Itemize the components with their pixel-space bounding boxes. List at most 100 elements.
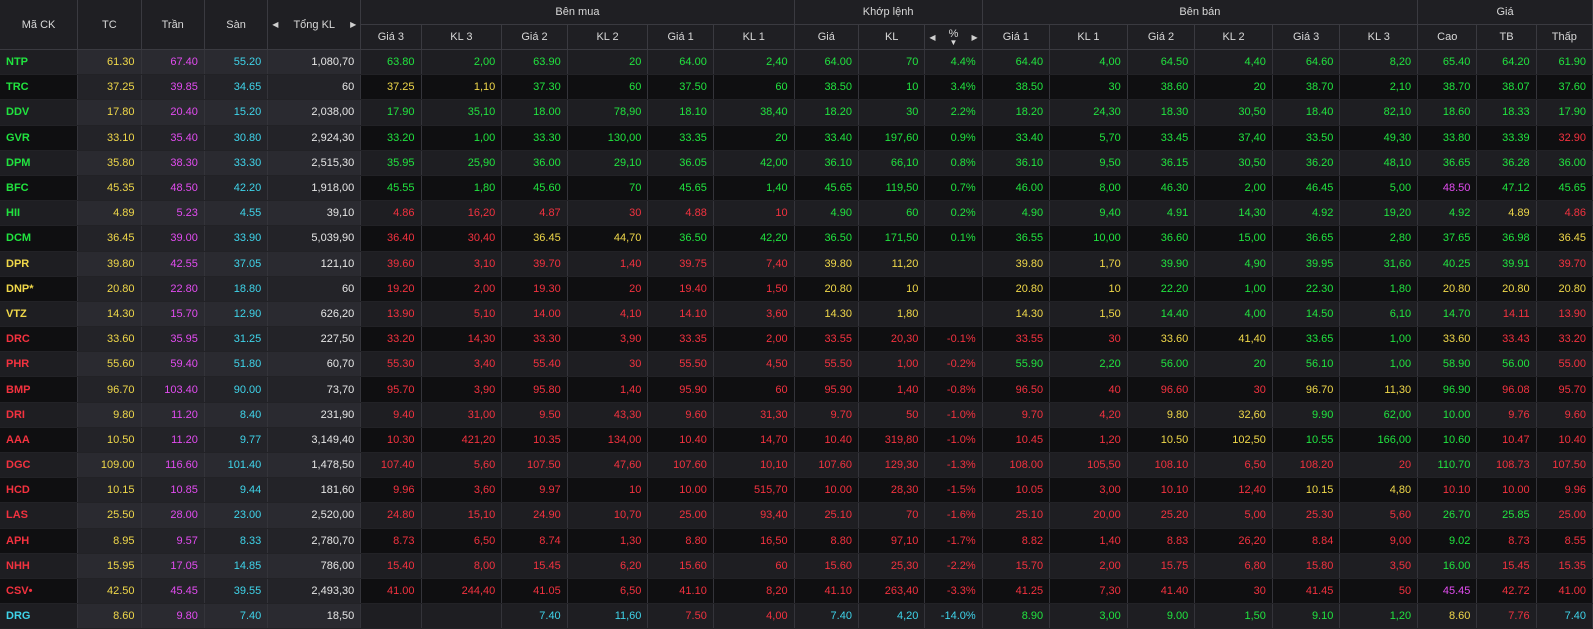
buy-price-2-cell: 39.70	[501, 251, 568, 277]
table-row[interactable]: DPM 35.80 38.30 33.30 2,515,30 35.95 25,90 36.0…	[0, 150, 1593, 176]
total-volume-cell: 3,149,40	[267, 427, 362, 454]
table-row[interactable]: DGC 109.00 116.60 101.40 1,478,50 107.40 5,60 1…	[0, 452, 1593, 479]
buy-price-2-cell: 8.74	[501, 528, 568, 554]
table-row[interactable]: DRG 8.60 9.80 7.40 18,50 7.40 11,60 7.50 4,00 7.4…	[0, 603, 1593, 629]
col-header-total-volume[interactable]: ◀ Tổng KL ▶	[267, 0, 362, 50]
table-row[interactable]: PHR 55.60 59.40 51.80 60,70 55.30 3,40 55.40 30 5…	[0, 351, 1593, 378]
symbol-cell[interactable]: DPR	[0, 251, 79, 277]
buy-vol-1-cell: 4,00	[713, 603, 795, 629]
buy-price-3-cell: 10.30	[360, 427, 422, 454]
table-row[interactable]: GVR 33.10 35.40 30.80 2,924,30 33.20 1,00 33.30…	[0, 125, 1593, 151]
symbol-cell[interactable]: CSV•	[0, 578, 79, 605]
col-header-ceil[interactable]: Trần	[141, 0, 205, 50]
symbol-cell[interactable]: NHH	[0, 553, 79, 579]
col-header-sell-price-1[interactable]: Giá 1	[982, 24, 1051, 50]
col-header-avg[interactable]: TB	[1476, 24, 1537, 50]
symbol-cell[interactable]: TRC	[0, 74, 79, 101]
col-header-buy-vol-1[interactable]: KL 1	[713, 24, 795, 50]
col-header-low[interactable]: Thấp	[1536, 24, 1593, 50]
buy-price-3-cell: 4.86	[360, 200, 422, 227]
table-row[interactable]: AAA 10.50 11.20 9.77 3,149,40 10.30 421,20 10.3…	[0, 427, 1593, 454]
col-header-match-vol[interactable]: KL	[858, 24, 926, 50]
pct-prev-icon[interactable]: ◀	[929, 33, 935, 42]
symbol-cell[interactable]: DPM	[0, 150, 79, 176]
table-row[interactable]: DPR 39.80 42.55 37.05 121,10 39.60 3,10 39.70 1,…	[0, 251, 1593, 277]
table-row[interactable]: CSV• 42.50 45.45 39.55 2,493,30 41.00 244,40 41…	[0, 578, 1593, 605]
symbol-cell[interactable]: DCM	[0, 225, 79, 252]
sell-vol-1-cell: 1,70	[1049, 251, 1128, 277]
symbol-cell[interactable]: GVR	[0, 125, 79, 151]
table-row[interactable]: DDV 17.80 20.40 15.20 2,038,00 17.90 35,10 18.0…	[0, 99, 1593, 126]
table-row[interactable]: DRI 9.80 11.20 8.40 231,90 9.40 31,00 9.50 43,30…	[0, 402, 1593, 428]
sell-price-3-cell: 18.40	[1272, 99, 1341, 126]
buy-price-1-cell: 4.88	[647, 200, 714, 227]
col-header-sell-vol-3[interactable]: KL 3	[1339, 24, 1419, 50]
col-header-sell-vol-1[interactable]: KL 1	[1049, 24, 1128, 50]
match-vol-cell: 66,10	[858, 150, 926, 176]
table-row[interactable]: LAS 25.50 28.00 23.00 2,520,00 24.80 15,10 24.9…	[0, 502, 1593, 529]
buy-price-1-cell: 45.65	[647, 175, 714, 202]
table-row[interactable]: APH 8.95 9.57 8.33 2,780,70 8.73 6,50 8.74 1,30 8…	[0, 528, 1593, 554]
buy-vol-2-cell: 1,40	[567, 251, 649, 277]
col-header-buy-vol-2[interactable]: KL 2	[567, 24, 649, 50]
symbol-cell[interactable]: DRG	[0, 603, 79, 629]
table-row[interactable]: NHH 15.95 17.05 14.85 786,00 15.40 8,00 15.45 6,…	[0, 553, 1593, 579]
table-row[interactable]: DCM 36.45 39.00 33.90 5,039,90 36.40 30,40 36.4…	[0, 225, 1593, 252]
symbol-cell[interactable]: DRC	[0, 326, 79, 353]
sell-price-3-cell: 41.45	[1272, 578, 1341, 605]
scroll-right-icon[interactable]: ▶	[350, 20, 356, 29]
symbol-cell[interactable]: PHR	[0, 351, 79, 378]
col-header-buy-price-3[interactable]: Giá 3	[360, 24, 422, 50]
col-header-buy-price-2[interactable]: Giá 2	[501, 24, 568, 50]
symbol-cell[interactable]: DDV	[0, 99, 79, 126]
symbol-cell[interactable]: HII	[0, 200, 79, 227]
col-header-match-price[interactable]: Giá	[794, 24, 859, 50]
table-row[interactable]: DRC 33.60 35.95 31.25 227,50 33.20 14,30 33.30 3…	[0, 326, 1593, 353]
col-header-floor[interactable]: Sàn	[204, 0, 269, 50]
symbol-cell[interactable]: APH	[0, 528, 79, 554]
low-cell: 32.90	[1536, 125, 1593, 151]
col-header-symbol[interactable]: Mã CK	[0, 0, 79, 50]
high-cell: 20.80	[1417, 276, 1478, 302]
symbol-cell[interactable]: DRI	[0, 402, 79, 428]
table-row[interactable]: HII 4.89 5.23 4.55 39,10 4.86 16,20 4.87 30 4.88 1…	[0, 200, 1593, 227]
symbol-cell[interactable]: DNP*	[0, 276, 79, 302]
symbol-cell[interactable]: AAA	[0, 427, 79, 454]
symbol-cell[interactable]: HCD	[0, 477, 79, 504]
buy-vol-1-cell: 20	[713, 125, 795, 151]
match-pct-cell: 2.2%	[924, 99, 983, 126]
buy-price-1-cell: 10.00	[647, 477, 714, 504]
sell-vol-1-cell: 40	[1049, 376, 1128, 403]
match-price-cell: 25.10	[794, 502, 859, 529]
col-header-sell-price-3[interactable]: Giá 3	[1272, 24, 1341, 50]
symbol-cell[interactable]: LAS	[0, 502, 79, 529]
scroll-left-icon[interactable]: ◀	[272, 20, 278, 29]
table-row[interactable]: TRC 37.25 39.85 34.65 60 37.25 1,10 37.30 60 37.5…	[0, 74, 1593, 101]
buy-price-3-cell: 36.40	[360, 225, 422, 252]
table-row[interactable]: DNP* 20.80 22.80 18.80 60 19.20 2,00 19.30 20 19.…	[0, 276, 1593, 302]
col-header-buy-vol-3[interactable]: KL 3	[421, 24, 503, 50]
group-header-sell: Bên bán	[982, 0, 1419, 25]
symbol-cell[interactable]: VTZ	[0, 301, 79, 328]
high-cell: 33.60	[1417, 326, 1478, 353]
buy-price-1-cell: 107.60	[647, 452, 714, 479]
table-row[interactable]: VTZ 14.30 15.70 12.90 626,20 13.90 5,10 14.00 4,…	[0, 301, 1593, 328]
col-header-high[interactable]: Cao	[1417, 24, 1478, 50]
table-row[interactable]: NTP 61.30 67.40 55.20 1,080,70 63.80 2,00 63.90…	[0, 49, 1593, 76]
symbol-cell[interactable]: BMP	[0, 376, 79, 403]
col-header-sell-vol-2[interactable]: KL 2	[1194, 24, 1273, 50]
pct-next-icon[interactable]: ▶	[971, 33, 977, 42]
buy-vol-1-cell: 7,40	[713, 251, 795, 277]
col-header-ref[interactable]: TC	[77, 0, 142, 50]
table-row[interactable]: BFC 45.35 48.50 42.20 1,918,00 45.55 1,80 45.60…	[0, 175, 1593, 202]
col-header-sell-price-2[interactable]: Giá 2	[1127, 24, 1196, 50]
symbol-cell[interactable]: NTP	[0, 49, 79, 76]
col-header-buy-price-1[interactable]: Giá 1	[647, 24, 714, 50]
symbol-cell[interactable]: DGC	[0, 452, 79, 479]
symbol-cell[interactable]: BFC	[0, 175, 79, 202]
table-row[interactable]: BMP 96.70 103.40 90.00 73,70 95.70 3,90 95.80 1,…	[0, 376, 1593, 403]
col-header-match-pct[interactable]: ◀ % ▼ ▶	[924, 24, 983, 50]
buy-price-1-cell: 9.60	[647, 402, 714, 428]
total-volume-cell: 2,520,00	[267, 502, 362, 529]
table-row[interactable]: HCD 10.15 10.85 9.44 181,60 9.96 3,60 9.97 10 10.…	[0, 477, 1593, 504]
